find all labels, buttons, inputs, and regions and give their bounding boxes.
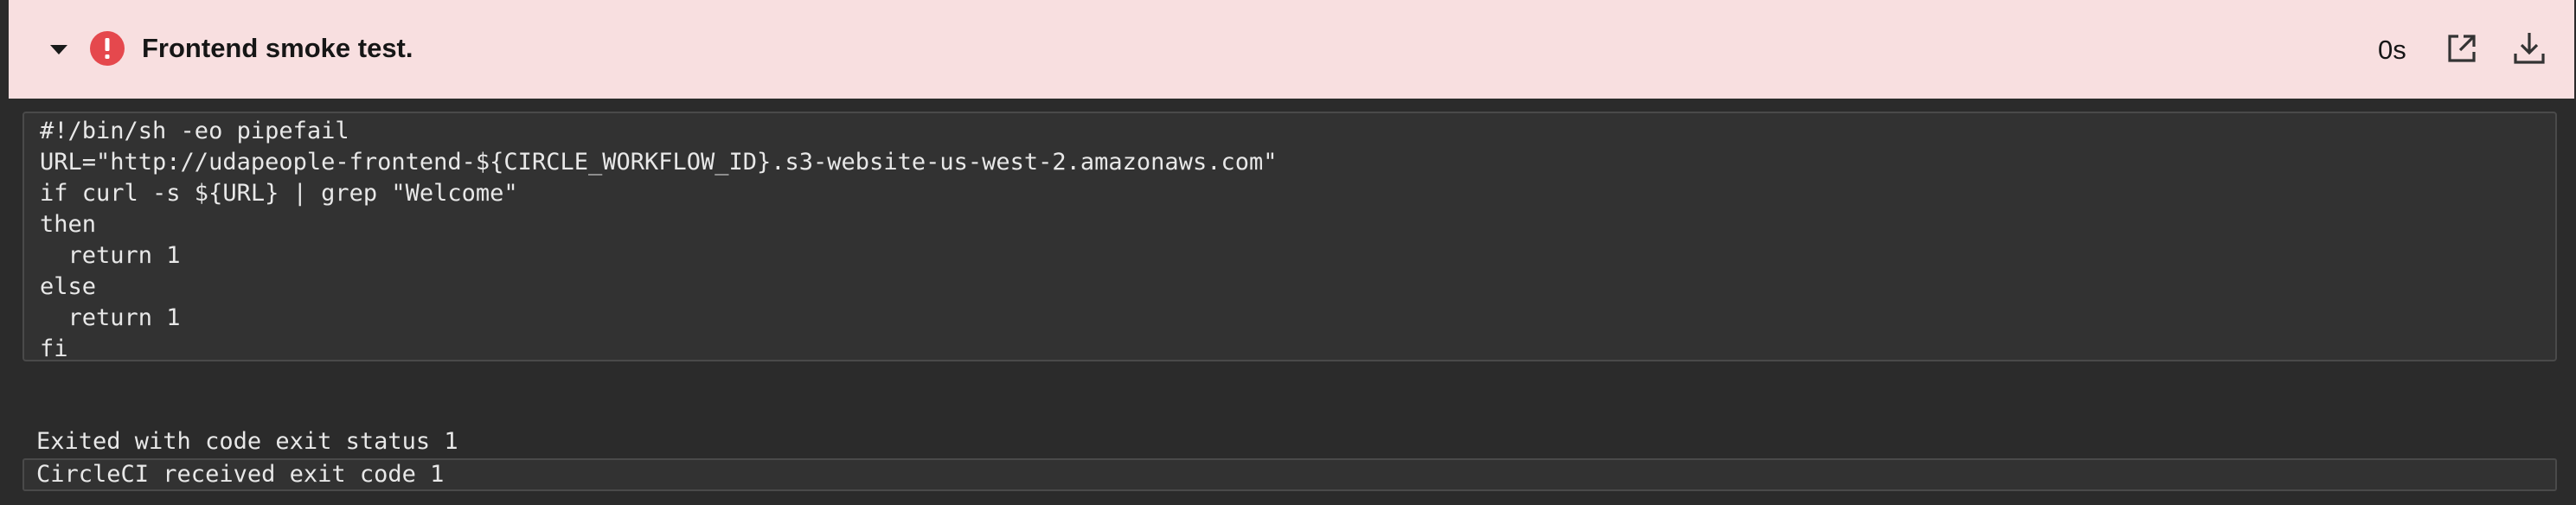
download-icon[interactable] bbox=[2507, 26, 2552, 71]
command-block: #!/bin/sh -eo pipefail URL="http://udape… bbox=[22, 112, 2557, 362]
step-header[interactable]: Frontend smoke test. 0s bbox=[9, 0, 2574, 99]
step-duration: 0s bbox=[2378, 35, 2406, 65]
step-panel: Frontend smoke test. 0s #!/bin/sh -eo pi… bbox=[0, 0, 2576, 505]
code-line: return 1 bbox=[40, 304, 181, 331]
code-line: if curl -s ${URL} | grep "Welcome" bbox=[40, 180, 518, 207]
step-title: Frontend smoke test. bbox=[142, 33, 413, 63]
chevron-down-icon[interactable] bbox=[47, 42, 71, 59]
code-line: else bbox=[40, 273, 97, 300]
external-link-icon[interactable] bbox=[2439, 26, 2484, 71]
code-line: #!/bin/sh -eo pipefail bbox=[40, 118, 349, 144]
code-line: fi bbox=[40, 336, 68, 362]
error-icon bbox=[90, 31, 125, 66]
exit-message: Exited with code exit status 1 bbox=[36, 428, 458, 455]
received-exit-box: CircleCI received exit code 1 bbox=[22, 458, 2557, 491]
code-line: return 1 bbox=[40, 242, 181, 269]
code-line: URL="http://udapeople-frontend-${CIRCLE_… bbox=[40, 149, 1278, 176]
code-line: then bbox=[40, 211, 97, 238]
received-message: CircleCI received exit code 1 bbox=[36, 461, 445, 488]
